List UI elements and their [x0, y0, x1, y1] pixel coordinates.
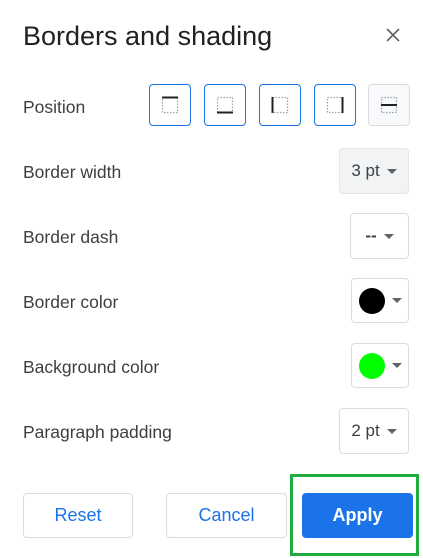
right-border-button[interactable] — [314, 84, 356, 126]
border-dash-value: -- — [365, 226, 377, 245]
left-border-button[interactable] — [259, 84, 301, 126]
apply-highlight-box — [290, 474, 419, 556]
border-dash-dropdown[interactable]: -- — [350, 213, 409, 259]
dialog-title: Borders and shading — [23, 21, 273, 51]
border-width-label: Border width — [23, 162, 122, 182]
paragraph-padding-label: Paragraph padding — [23, 422, 172, 442]
background-color-picker[interactable] — [351, 343, 409, 388]
border-width-value: 3 pt — [351, 161, 380, 180]
chevron-down-icon — [383, 233, 394, 239]
border-color-swatch — [358, 287, 385, 314]
close-icon — [386, 28, 400, 42]
chevron-down-icon — [391, 363, 402, 368]
border-between-icon — [380, 96, 398, 114]
between-border-button[interactable] — [368, 84, 410, 126]
border-color-picker[interactable] — [351, 278, 409, 323]
position-label: Position — [23, 97, 86, 117]
chevron-down-icon — [386, 428, 397, 434]
border-right-icon — [326, 96, 344, 114]
border-top-icon — [161, 96, 179, 114]
background-color-label: Background color — [23, 357, 160, 377]
paragraph-padding-dropdown[interactable]: 2 pt — [339, 408, 409, 454]
border-left-icon — [271, 96, 289, 114]
background-color-swatch — [358, 352, 385, 379]
bottom-border-button[interactable] — [204, 84, 246, 126]
top-border-button[interactable] — [149, 84, 191, 126]
border-color-label: Border color — [23, 292, 119, 312]
border-width-dropdown[interactable]: 3 pt — [339, 148, 409, 194]
paragraph-padding-value: 2 pt — [351, 421, 380, 440]
cancel-button[interactable]: Cancel — [166, 493, 287, 538]
chevron-down-icon — [386, 168, 397, 174]
close-button[interactable] — [378, 20, 408, 50]
reset-button[interactable]: Reset — [23, 493, 133, 538]
chevron-down-icon — [391, 298, 402, 303]
border-dash-label: Border dash — [23, 227, 119, 247]
border-bottom-icon — [216, 96, 234, 114]
